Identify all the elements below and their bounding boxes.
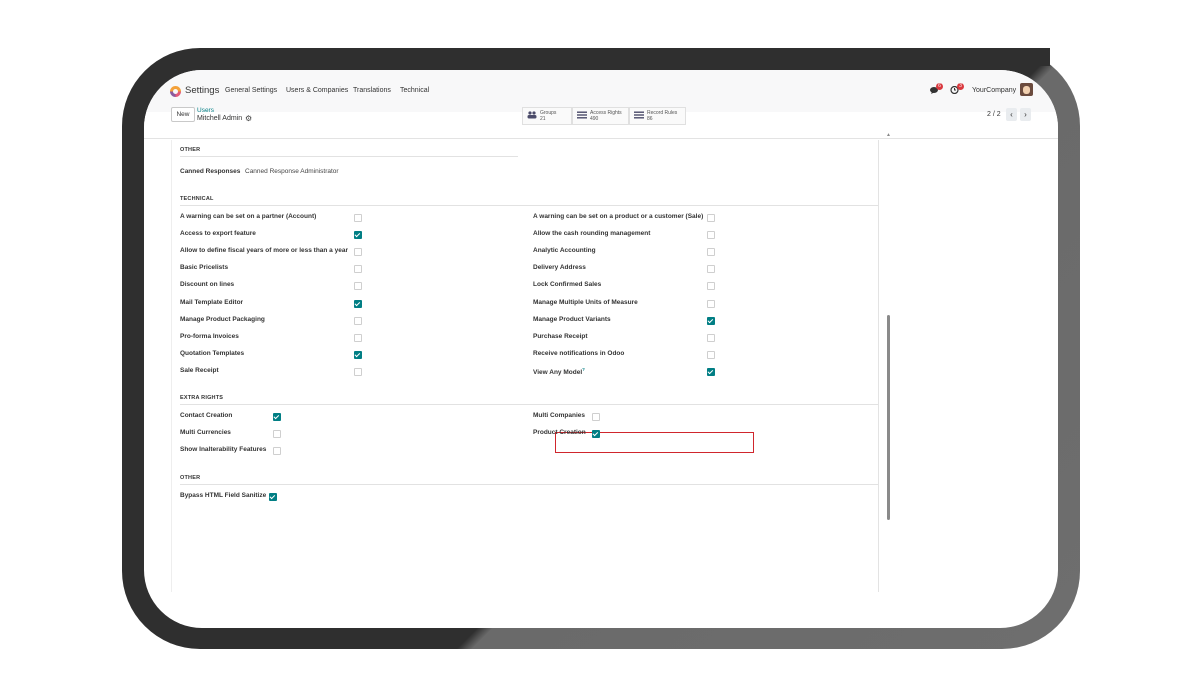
product-creation-label: Product Creation	[533, 429, 586, 437]
delivery-address-checkbox[interactable]	[707, 265, 715, 274]
analytic-accounting-label: Analytic Accounting	[533, 247, 596, 255]
mail-template-editor-label: Mail Template Editor	[180, 298, 244, 306]
manage-product-variants-checkbox[interactable]	[707, 316, 715, 325]
section-other-bottom-title: OTHER	[180, 475, 201, 481]
multi-currencies-label: Multi Currencies	[180, 429, 231, 437]
list-icon	[634, 111, 644, 119]
purchase-receipt-label: Purchase Receipt	[533, 332, 588, 340]
purchase-receipt-checkbox[interactable]	[707, 333, 715, 342]
pro-forma-invoices-checkbox[interactable]	[354, 333, 362, 342]
basic-pricelists-checkbox[interactable]	[354, 265, 362, 274]
scroll-up-icon[interactable]: ▲	[886, 132, 891, 138]
screen: Settings General Settings Users & Compan…	[144, 70, 1058, 628]
a-warning-can-be-set-on-a-partner-account-checkbox[interactable]	[354, 214, 362, 222]
discount-on-lines-label: Discount on lines	[180, 281, 235, 289]
manage-product-variants-label: Manage Product Variants	[533, 315, 611, 323]
activities-badge: 3	[957, 83, 964, 90]
manage-product-packaging-label: Manage Product Packaging	[180, 315, 265, 323]
top-navbar: Settings General Settings Users & Compan…	[144, 70, 1058, 112]
divider	[180, 404, 878, 405]
receive-notifications-in-odoo-label: Receive notifications in Odoo	[533, 349, 625, 357]
a-warning-can-be-set-on-a-product-or-a-customer-sale-checkbox[interactable]	[707, 214, 715, 222]
contact-creation-label: Contact Creation	[180, 412, 233, 419]
groups-smart-button[interactable]: Groups 21	[522, 107, 572, 125]
manage-multiple-units-of-measure-label: Manage Multiple Units of Measure	[533, 298, 638, 306]
help-tooltip-icon[interactable]: ?	[582, 367, 585, 372]
divider	[180, 484, 878, 485]
allow-to-define-fiscal-years-of-more-or-less-than-a-year-label: Allow to define fiscal years of more or …	[180, 247, 348, 255]
scrollbar[interactable]	[887, 315, 890, 520]
menu-translations[interactable]: Translations	[353, 87, 391, 94]
groups-count: 21	[540, 116, 546, 122]
section-extra-rights-title: EXTRA RIGHTS	[180, 395, 224, 401]
analytic-accounting-checkbox[interactable]	[707, 248, 715, 257]
delivery-address-label: Delivery Address	[533, 264, 586, 272]
menu-technical[interactable]: Technical	[400, 87, 429, 94]
section-technical-title: TECHNICAL	[180, 196, 214, 202]
menu-users-companies[interactable]: Users & Companies	[286, 87, 348, 94]
menu-general-settings[interactable]: General Settings	[225, 87, 277, 94]
pager-next-button[interactable]: ›	[1020, 108, 1031, 121]
multi-companies-label: Multi Companies	[533, 412, 586, 419]
control-panel: New Users Mitchell Admin ⚙ Groups 21 Acc…	[144, 107, 1058, 139]
app-name[interactable]: Settings	[185, 85, 219, 96]
canned-responses-label: Canned Responses	[180, 168, 241, 175]
access-rights-smart-button[interactable]: Access Rights 490	[572, 107, 629, 125]
list-icon	[577, 111, 587, 119]
breadcrumb-current: Mitchell Admin	[197, 115, 243, 122]
access-rights-count: 490	[590, 116, 599, 122]
view-any-model-checkbox[interactable]	[707, 367, 715, 376]
manage-product-packaging-checkbox[interactable]	[354, 316, 362, 325]
bypass-html-field-sanitize-label: Bypass HTML Field Sanitize	[180, 492, 267, 499]
quotation-templates-checkbox[interactable]	[354, 350, 362, 359]
pager-previous-button[interactable]: ‹	[1006, 108, 1017, 121]
divider	[180, 156, 518, 157]
discount-on-lines-checkbox[interactable]	[354, 282, 362, 291]
sale-receipt-checkbox[interactable]	[354, 367, 362, 376]
contact-creation-checkbox[interactable]	[273, 413, 281, 421]
quotation-templates-label: Quotation Templates	[180, 349, 245, 357]
record-rules-smart-button[interactable]: Record Rules 86	[629, 107, 686, 125]
new-button[interactable]: New	[171, 107, 195, 122]
divider	[180, 205, 878, 206]
access-to-export-feature-label: Access to export feature	[180, 230, 256, 238]
show-inalterability-features-label: Show Inalterability Features	[180, 446, 267, 454]
basic-pricelists-label: Basic Pricelists	[180, 264, 229, 272]
pro-forma-invoices-label: Pro-forma Invoices	[180, 332, 239, 340]
show-inalterability-features-checkbox[interactable]	[273, 447, 281, 456]
multi-companies-checkbox[interactable]	[592, 413, 600, 421]
allow-to-define-fiscal-years-of-more-or-less-than-a-year-checkbox[interactable]	[354, 248, 362, 257]
a-warning-can-be-set-on-a-product-or-a-customer-sale-label: A warning can be set on a product or a c…	[533, 213, 704, 220]
company-switcher[interactable]: YourCompany	[972, 87, 1016, 94]
canned-responses-select[interactable]: Canned Response Administrator	[245, 168, 339, 175]
messages-badge: 6	[936, 83, 943, 90]
breadcrumb-users[interactable]: Users	[197, 107, 214, 114]
sale-receipt-label: Sale Receipt	[180, 366, 219, 374]
gear-icon[interactable]: ⚙	[245, 114, 252, 123]
user-avatar[interactable]	[1020, 83, 1033, 96]
allow-the-cash-rounding-management-label: Allow the cash rounding management	[533, 230, 651, 238]
view-any-model-label: View Any Model?	[533, 366, 585, 377]
form-sheet: OTHER Canned Responses Canned Response A…	[171, 140, 879, 592]
lock-confirmed-sales-checkbox[interactable]	[707, 282, 715, 291]
groups-icon	[527, 111, 537, 119]
lock-confirmed-sales-label: Lock Confirmed Sales	[533, 281, 602, 289]
a-warning-can-be-set-on-a-partner-account-label: A warning can be set on a partner (Accou…	[180, 213, 317, 220]
scroll-down-icon[interactable]: ▼	[886, 515, 891, 521]
mail-template-editor-checkbox[interactable]	[354, 299, 362, 308]
odoo-logo-icon[interactable]	[170, 86, 181, 97]
product-creation-checkbox[interactable]	[592, 430, 600, 439]
multi-currencies-checkbox[interactable]	[273, 430, 281, 439]
bypass-html-field-sanitize-checkbox[interactable]	[269, 493, 277, 501]
receive-notifications-in-odoo-checkbox[interactable]	[707, 350, 715, 359]
record-rules-count: 86	[647, 116, 653, 122]
access-to-export-feature-checkbox[interactable]	[354, 231, 362, 240]
section-other-title: OTHER	[180, 147, 201, 153]
pager-value[interactable]: 2 / 2	[987, 111, 1001, 118]
allow-the-cash-rounding-management-checkbox[interactable]	[707, 231, 715, 240]
manage-multiple-units-of-measure-checkbox[interactable]	[707, 299, 715, 308]
